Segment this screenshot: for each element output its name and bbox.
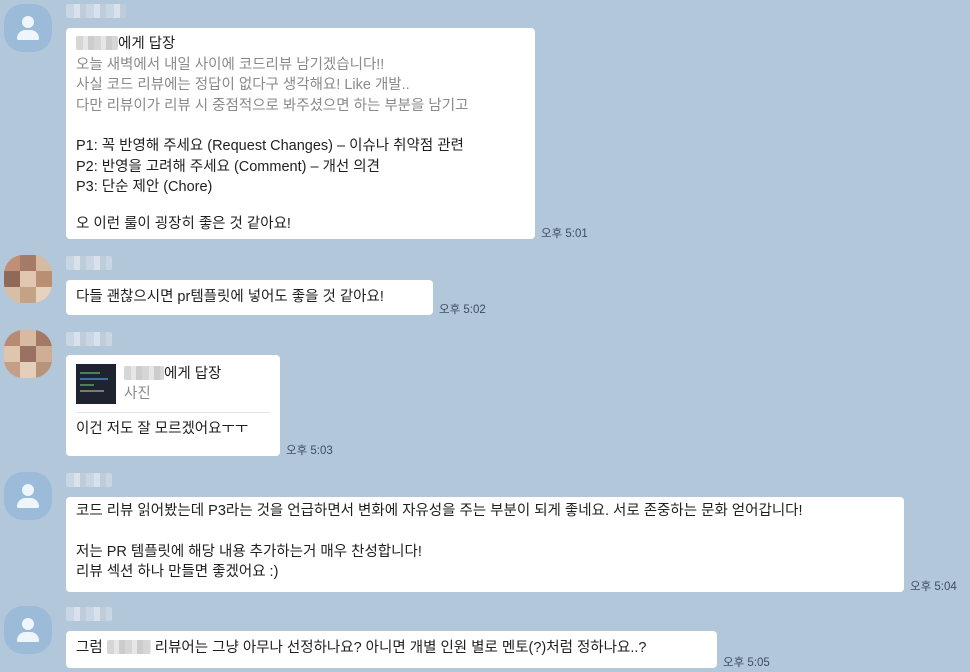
message-line: 리뷰 섹션 하나 만들면 좋겠어요 :)	[76, 564, 279, 580]
quoted-line: 사실 코드 리뷰에는 정답이 없다구 생각해요! Like 개발..	[76, 77, 410, 93]
sender-name-blurred	[66, 332, 112, 346]
avatar-default[interactable]	[4, 472, 52, 520]
reply-preview[interactable]: 에게 답장 사진	[76, 364, 270, 404]
reply-header: 에게 답장	[124, 364, 221, 384]
message-line: P2: 반영을 고려해 주세요 (Comment) – 개선 의견	[76, 158, 380, 175]
sender-name-blurred	[66, 607, 112, 621]
reply-header: 에게 답장	[76, 34, 525, 55]
message-line: 코드 리뷰 읽어봤는데 P3라는 것을 언급하면서 변화에 자유성을 주는 부분…	[76, 503, 803, 519]
message-text-prefix: 그럼	[76, 640, 103, 656]
blurred-name	[124, 366, 164, 380]
message-text: 다들 괜찮으시면 pr템플릿에 넣어도 좋을 것 같아요!	[76, 289, 384, 305]
quoted-line: 다만 리뷰이가 리뷰 시 중점적으로 봐주셨으면 하는 부분을 남기고	[76, 97, 469, 114]
reply-photo-label: 사진	[124, 386, 151, 402]
message-bubble[interactable]: 에게 답장 오늘 새벽에서 내일 사이에 코드리뷰 남기겠습니다!! 사실 코드…	[66, 28, 535, 239]
photo-thumbnail	[76, 364, 116, 404]
message-line: 오 이런 룰이 굉장히 좋은 것 같아요!	[76, 215, 291, 232]
sender-name-blurred	[66, 256, 112, 270]
avatar-default[interactable]	[4, 606, 52, 654]
person-icon	[22, 484, 34, 496]
message-line: P3: 단순 제안 (Chore)	[76, 179, 213, 195]
blurred-name	[76, 36, 118, 50]
divider	[76, 412, 270, 413]
message-text: 이건 저도 잘 모르겠어요ㅜㅜ	[76, 421, 249, 437]
blurred-name	[106, 640, 151, 654]
quoted-line: 오늘 새벽에서 내일 사이에 코드리뷰 남기겠습니다!!	[76, 56, 385, 73]
message-bubble[interactable]: 그럼 리뷰어는 그냥 아무나 선정하나요? 아니면 개별 인원 별로 멘토(?)…	[66, 631, 717, 668]
message-line: P1: 꼭 반영해 주세요 (Request Changes) – 이슈나 취약…	[76, 138, 464, 154]
message-text: 리뷰어는 그냥 아무나 선정하나요? 아니면 개별 인원 별로 멘토(?)처럼 …	[154, 640, 647, 656]
message-line: 저는 PR 템플릿에 해당 내용 추가하는거 매우 찬성합니다!	[76, 543, 422, 560]
sender-name-blurred	[66, 473, 112, 487]
timestamp: 오후 5:04	[910, 581, 957, 593]
timestamp: 오후 5:03	[286, 445, 333, 457]
avatar-photo[interactable]	[4, 255, 52, 303]
avatar-default[interactable]	[4, 4, 52, 52]
sender-name-blurred	[66, 4, 126, 18]
person-icon	[22, 618, 34, 630]
person-icon	[22, 16, 34, 28]
timestamp: 오후 5:05	[723, 657, 770, 669]
message-bubble[interactable]: 에게 답장 사진 이건 저도 잘 모르겠어요ㅜㅜ	[66, 355, 280, 456]
timestamp: 오후 5:01	[541, 228, 588, 240]
message-bubble[interactable]: 다들 괜찮으시면 pr템플릿에 넣어도 좋을 것 같아요!	[66, 280, 433, 315]
message-bubble[interactable]: 코드 리뷰 읽어봤는데 P3라는 것을 언급하면서 변화에 자유성을 주는 부분…	[66, 497, 904, 592]
timestamp: 오후 5:02	[439, 304, 486, 316]
avatar-photo[interactable]	[4, 330, 52, 378]
